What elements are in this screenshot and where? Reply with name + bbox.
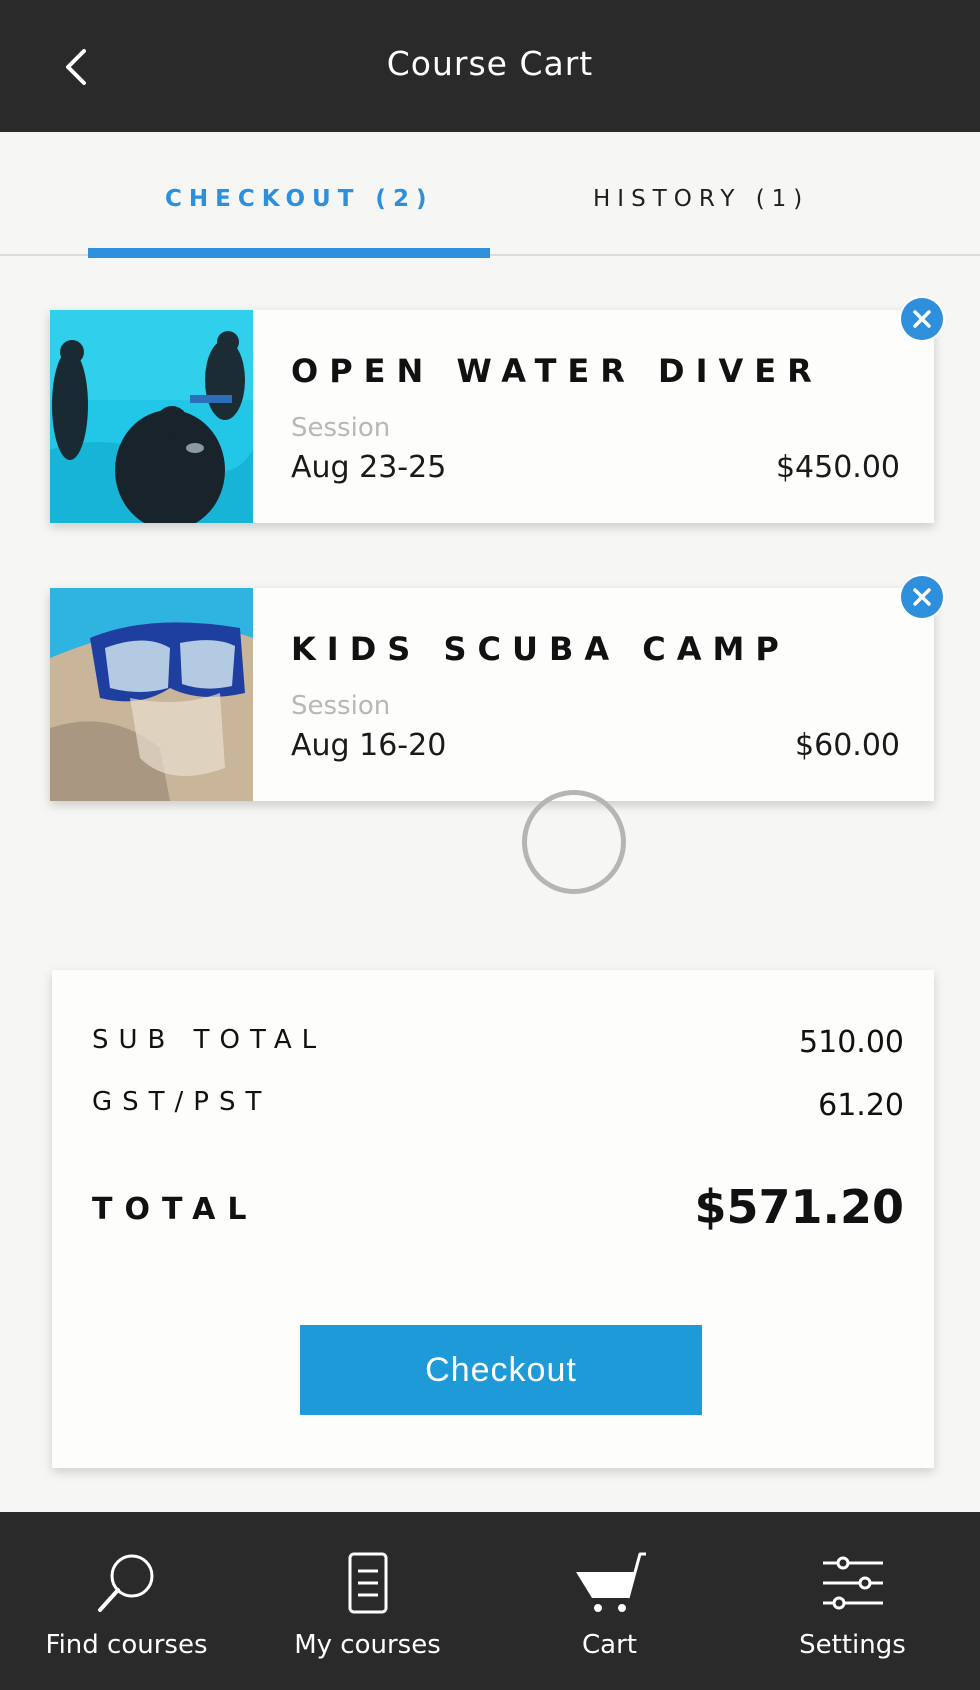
course-name: KIDS SCUBA CAMP [291, 630, 790, 668]
active-tab-indicator [88, 248, 490, 258]
tax-label: GST/PST [92, 1087, 272, 1117]
tab-bar: CHECKOUT (2) HISTORY (1) [0, 132, 980, 256]
nav-settings[interactable]: Settings [730, 1512, 975, 1690]
total-value: $571.20 [694, 1180, 904, 1234]
session-label: Session [291, 691, 391, 721]
bottom-navigation: Find courses My courses Cart Settings [0, 1512, 980, 1690]
cart-icon [575, 1552, 646, 1612]
nav-label: Settings [799, 1630, 906, 1660]
nav-cart[interactable]: Cart [487, 1512, 732, 1690]
page-title: Course Cart [386, 44, 594, 83]
course-thumbnail [50, 588, 253, 801]
nav-find-courses[interactable]: Find courses [4, 1512, 249, 1690]
tab-checkout[interactable]: CHECKOUT (2) [165, 186, 433, 212]
remove-item-button[interactable] [901, 298, 943, 340]
course-price: $450.00 [775, 450, 900, 485]
tab-history[interactable]: HISTORY (1) [593, 186, 809, 212]
course-thumbnail [50, 310, 253, 523]
sliders-icon [822, 1556, 883, 1610]
session-dates: Aug 16-20 [291, 728, 447, 763]
cart-item[interactable]: OPEN WATER DIVER Session Aug 23-25 $450.… [50, 298, 943, 523]
subtotal-label: SUB TOTAL [92, 1025, 327, 1055]
search-icon [97, 1554, 153, 1612]
close-icon [913, 310, 931, 328]
subtotal-value: 510.00 [799, 1025, 904, 1060]
session-dates: Aug 23-25 [291, 450, 447, 485]
nav-my-courses[interactable]: My courses [245, 1512, 490, 1690]
nav-label: My courses [294, 1630, 441, 1660]
nav-label: Find courses [45, 1630, 208, 1660]
course-price: $60.00 [795, 728, 900, 763]
cart-item[interactable]: KIDS SCUBA CAMP Session Aug 16-20 $60.00 [50, 576, 943, 801]
tax-value: 61.20 [818, 1088, 904, 1123]
session-label: Session [291, 413, 391, 443]
order-summary: SUB TOTAL 510.00 GST/PST 61.20 TOTAL $57… [52, 970, 934, 1468]
checkout-button[interactable]: Checkout [300, 1325, 702, 1415]
loading-spinner [522, 790, 626, 894]
remove-item-button[interactable] [901, 576, 943, 618]
total-label: TOTAL [92, 1192, 259, 1227]
document-icon [348, 1552, 387, 1614]
app-header: Course Cart [0, 0, 980, 132]
close-icon [913, 588, 931, 606]
course-name: OPEN WATER DIVER [291, 352, 823, 390]
nav-label: Cart [582, 1630, 637, 1660]
